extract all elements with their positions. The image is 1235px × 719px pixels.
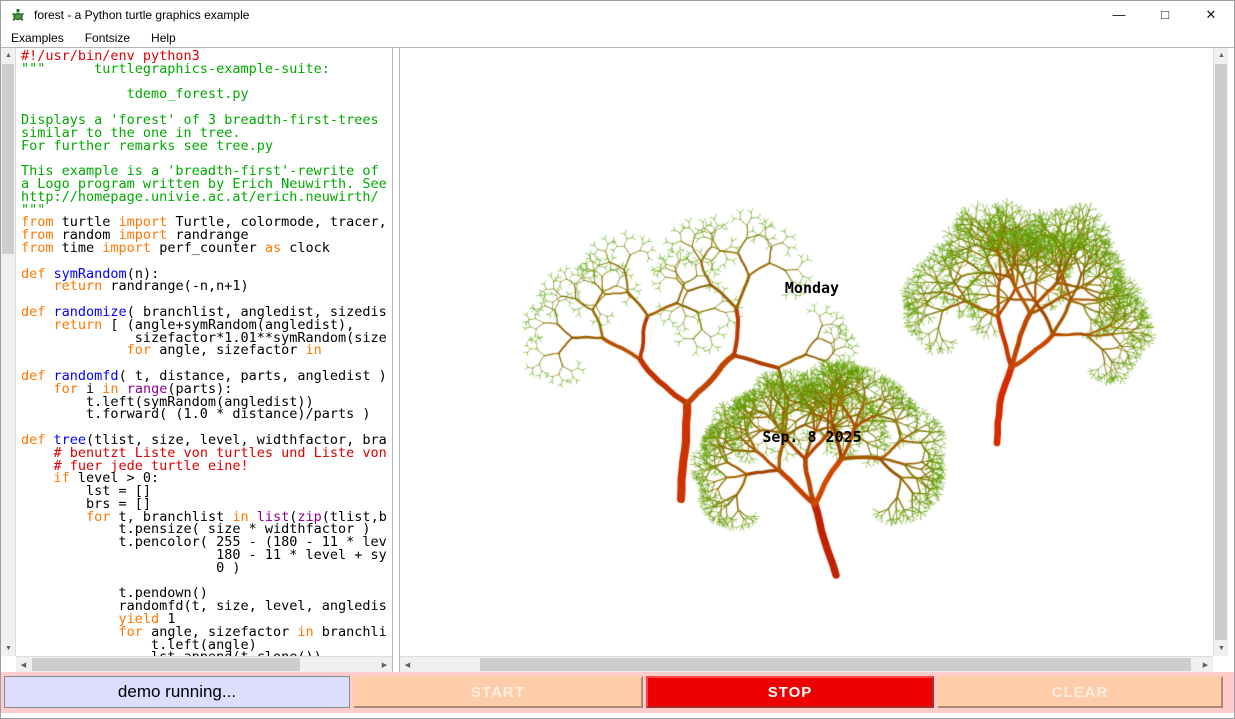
status-label: demo running... — [4, 676, 350, 708]
scroll-right-icon[interactable]: ▶ — [1198, 657, 1213, 672]
scroll-up-icon[interactable]: ▲ — [1214, 48, 1229, 63]
start-button[interactable]: START — [353, 676, 643, 708]
menubar: Examples Fontsize Help — [1, 28, 1234, 48]
stop-button[interactable]: STOP — [646, 676, 934, 708]
canvas-vscroll-thumb[interactable] — [1215, 64, 1227, 640]
code-line: tdemo_forest.py — [21, 88, 392, 101]
canvas-area: Monday Sep. 8 2025 — [400, 48, 1213, 656]
scroll-down-icon[interactable]: ▼ — [1, 641, 16, 656]
code-text[interactable]: #!/usr/bin/env python3""" turtlegraphics… — [16, 48, 392, 656]
scroll-left-icon[interactable]: ◀ — [400, 657, 415, 672]
menu-fontsize[interactable]: Fontsize — [75, 31, 141, 45]
close-button[interactable]: ✕ — [1188, 1, 1234, 28]
code-line: """ turtlegraphics-example-suite: — [21, 63, 392, 76]
clear-button[interactable]: CLEAR — [937, 676, 1223, 708]
code-vertical-scrollbar[interactable]: ▲ ▼ — [1, 48, 16, 656]
scroll-left-icon[interactable]: ◀ — [16, 657, 31, 672]
titlebar: forest - a Python turtle graphics exampl… — [1, 1, 1234, 28]
code-line: t.forward( (1.0 * distance)/parts ) — [21, 408, 392, 421]
minimize-button[interactable]: — — [1096, 1, 1142, 28]
code-line: 0 ) — [21, 562, 392, 575]
code-horizontal-scrollbar[interactable]: ◀ ▶ — [16, 656, 392, 672]
menu-help[interactable]: Help — [141, 31, 187, 45]
canvas-text-label: Sep. 8 2025 — [762, 428, 861, 446]
bottom-bar: demo running... START STOP CLEAR — [1, 672, 1234, 713]
code-line: http://homepage.univie.ac.at/erich.neuwi… — [21, 191, 392, 204]
turtle-icon — [10, 7, 26, 23]
scroll-up-icon[interactable]: ▲ — [1, 48, 16, 63]
menu-examples[interactable]: Examples — [1, 31, 75, 45]
canvas-hscroll-thumb[interactable] — [480, 658, 1191, 671]
turtle-canvas — [400, 48, 1213, 656]
canvas-horizontal-scrollbar[interactable]: ◀ ▶ — [400, 656, 1213, 672]
code-line: For further remarks see tree.py — [21, 140, 392, 153]
panel-sash[interactable] — [392, 48, 400, 672]
window-controls: — □ ✕ — [1096, 1, 1234, 28]
canvas-text-label: Monday — [785, 279, 839, 297]
code-line: return randrange(-n,n+1) — [21, 280, 392, 293]
code-line: from time import perf_counter as clock — [21, 242, 392, 255]
app-window: forest - a Python turtle graphics exampl… — [0, 0, 1235, 719]
minimize-icon: — — [1113, 7, 1126, 22]
scroll-down-icon[interactable]: ▼ — [1214, 641, 1229, 656]
maximize-icon: □ — [1161, 7, 1169, 22]
code-vscroll-thumb[interactable] — [2, 64, 14, 254]
window-title: forest - a Python turtle graphics exampl… — [34, 8, 249, 22]
code-hscroll-thumb[interactable] — [32, 658, 300, 671]
scroll-right-icon[interactable]: ▶ — [377, 657, 392, 672]
close-icon: ✕ — [1206, 7, 1217, 23]
canvas-vertical-scrollbar[interactable]: ▲ ▼ — [1213, 48, 1228, 656]
maximize-button[interactable]: □ — [1142, 1, 1188, 28]
code-line: for angle, sizefactor in — [21, 344, 392, 357]
